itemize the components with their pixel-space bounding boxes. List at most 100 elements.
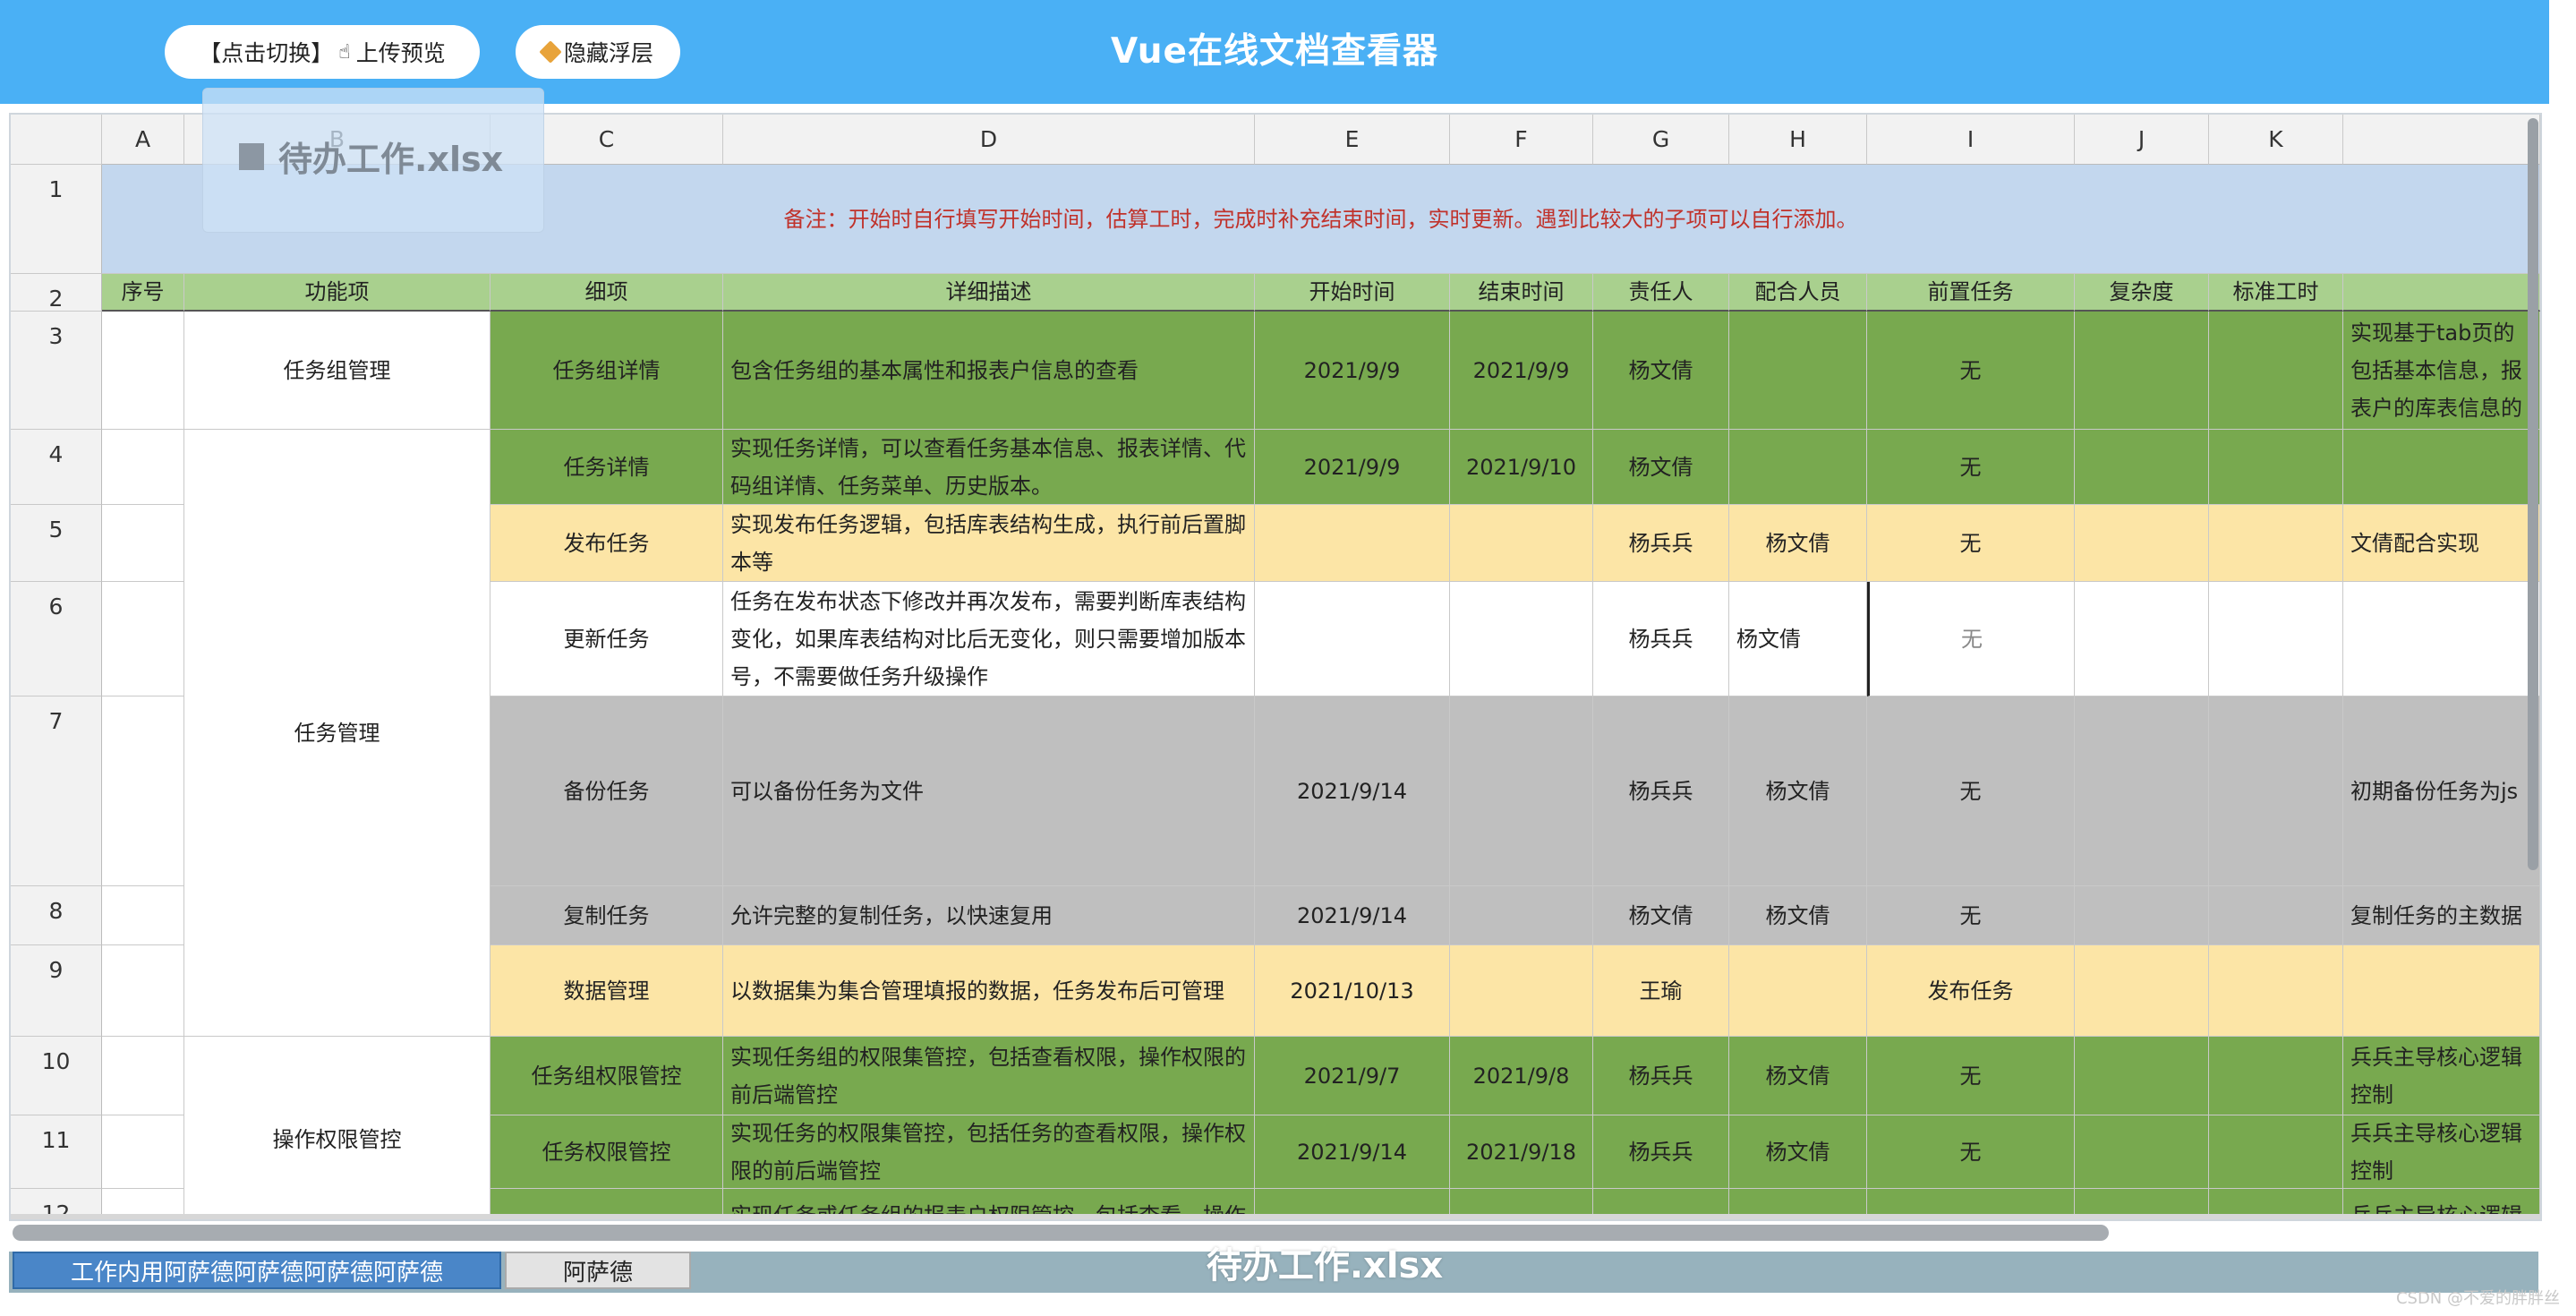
column-header-H[interactable]: H [1729, 115, 1867, 165]
prerequisite-cell[interactable]: 无 [1867, 696, 2075, 886]
vertical-scrollbar[interactable] [2528, 118, 2538, 870]
horizontal-scrollbar[interactable] [13, 1225, 2109, 1241]
item-cell[interactable]: 任务权限管控 [490, 1115, 723, 1189]
end-date-cell[interactable]: 2021/9/18 [1450, 1115, 1593, 1189]
standard-hours-cell[interactable] [2209, 505, 2343, 582]
remark-cell[interactable]: 复制任务的主数据 [2343, 886, 2540, 945]
row-header-1[interactable]: 1 [11, 165, 102, 274]
header-cell[interactable] [2343, 274, 2540, 312]
complexity-cell[interactable] [2075, 505, 2209, 582]
description-cell[interactable]: 实现任务组的权限集管控，包括查看权限，操作权限的前后端管控 [723, 1037, 1255, 1115]
standard-hours-cell[interactable] [2209, 886, 2343, 945]
helper-cell[interactable]: 杨文倩 [1729, 505, 1867, 582]
owner-cell[interactable]: 杨兵兵 [1593, 1115, 1729, 1189]
owner-cell[interactable]: 杨兵兵 [1593, 582, 1729, 696]
item-cell[interactable]: 复制任务 [490, 886, 723, 945]
toggle-upload-button[interactable]: 【点击切换】 ☝ 上传预览 [165, 25, 480, 79]
index-cell[interactable] [102, 582, 184, 696]
index-cell[interactable] [102, 505, 184, 582]
end-date-cell[interactable] [1450, 505, 1593, 582]
start-date-cell[interactable] [1255, 582, 1450, 696]
start-date-cell[interactable] [1255, 505, 1450, 582]
column-header-I[interactable]: I [1867, 115, 2075, 165]
remark-cell[interactable] [2343, 582, 2540, 696]
start-date-cell[interactable]: 2021/9/14 [1255, 1115, 1450, 1189]
group-cell[interactable]: 任务组管理 [184, 312, 490, 430]
item-cell[interactable]: 任务组权限管控 [490, 1037, 723, 1115]
standard-hours-cell[interactable] [2209, 696, 2343, 886]
owner-cell[interactable]: 杨文倩 [1593, 430, 1729, 505]
complexity-cell[interactable] [2075, 886, 2209, 945]
row-header-4[interactable]: 4 [11, 430, 102, 505]
index-cell[interactable] [102, 1037, 184, 1115]
sheet-tab-work[interactable]: 工作内用阿萨德阿萨德阿萨德阿萨德 [13, 1252, 501, 1289]
sheet-corner[interactable] [11, 115, 102, 165]
end-date-cell[interactable] [1450, 582, 1593, 696]
column-header-empty[interactable] [2343, 115, 2540, 165]
column-header-J[interactable]: J [2075, 115, 2209, 165]
group-cell[interactable]: 任务管理 [184, 430, 490, 1037]
complexity-cell[interactable] [2075, 582, 2209, 696]
row-header-5[interactable]: 5 [11, 505, 102, 582]
group-cell[interactable]: 操作权限管控 [184, 1037, 490, 1219]
start-date-cell[interactable]: 2021/9/7 [1255, 1037, 1450, 1115]
sheet-tab-asade[interactable]: 阿萨德 [505, 1252, 691, 1289]
prerequisite-cell[interactable]: 无 [1867, 1115, 2075, 1189]
prerequisite-cell[interactable]: 无 [1867, 505, 2075, 582]
description-cell[interactable]: 允许完整的复制任务，以快速复用 [723, 886, 1255, 945]
start-date-cell[interactable]: 2021/9/14 [1255, 886, 1450, 945]
helper-cell[interactable]: 杨文倩 [1729, 886, 1867, 945]
header-cell[interactable]: 开始时间 [1255, 274, 1450, 312]
remark-cell[interactable] [2343, 430, 2540, 505]
complexity-cell[interactable] [2075, 430, 2209, 505]
remark-cell[interactable]: 文倩配合实现 [2343, 505, 2540, 582]
row-header-8[interactable]: 8 [11, 886, 102, 945]
row-header-11[interactable]: 11 [11, 1115, 102, 1189]
owner-cell[interactable]: 杨文倩 [1593, 886, 1729, 945]
start-date-cell[interactable]: 2021/9/14 [1255, 696, 1450, 886]
header-cell[interactable]: 标准工时 [2209, 274, 2343, 312]
index-cell[interactable] [102, 430, 184, 505]
hide-layer-button[interactable]: 隐藏浮层 [516, 25, 680, 79]
index-cell[interactable] [102, 696, 184, 886]
prerequisite-cell[interactable]: 发布任务 [1867, 945, 2075, 1037]
end-date-cell[interactable]: 2021/9/10 [1450, 430, 1593, 505]
standard-hours-cell[interactable] [2209, 312, 2343, 430]
column-header-D[interactable]: D [723, 115, 1255, 165]
standard-hours-cell[interactable] [2209, 430, 2343, 505]
column-header-A[interactable]: A [102, 115, 184, 165]
complexity-cell[interactable] [2075, 1115, 2209, 1189]
column-header-K[interactable]: K [2209, 115, 2343, 165]
description-cell[interactable]: 可以备份任务为文件 [723, 696, 1255, 886]
owner-cell[interactable]: 王瑜 [1593, 945, 1729, 1037]
item-cell[interactable]: 发布任务 [490, 505, 723, 582]
row-header-2[interactable]: 2 [11, 274, 102, 312]
description-cell[interactable]: 包含任务组的基本属性和报表户信息的查看 [723, 312, 1255, 430]
index-cell[interactable] [102, 312, 184, 430]
standard-hours-cell[interactable] [2209, 945, 2343, 1037]
description-cell[interactable]: 以数据集为集合管理填报的数据，任务发布后可管理 [723, 945, 1255, 1037]
start-date-cell[interactable]: 2021/9/9 [1255, 312, 1450, 430]
standard-hours-cell[interactable] [2209, 582, 2343, 696]
helper-cell[interactable] [1729, 945, 1867, 1037]
helper-cell[interactable]: 杨文倩 [1729, 1037, 1867, 1115]
header-cell[interactable]: 前置任务 [1867, 274, 2075, 312]
start-date-cell[interactable]: 2021/9/9 [1255, 430, 1450, 505]
helper-cell[interactable]: 杨文倩 [1729, 696, 1867, 886]
standard-hours-cell[interactable] [2209, 1115, 2343, 1189]
standard-hours-cell[interactable] [2209, 1037, 2343, 1115]
remark-cell[interactable]: 实现基于tab页的包括基本信息，报表户的库表信息的 [2343, 312, 2540, 430]
index-cell[interactable] [102, 886, 184, 945]
index-cell[interactable] [102, 1115, 184, 1189]
complexity-cell[interactable] [2075, 696, 2209, 886]
row-header-10[interactable]: 10 [11, 1037, 102, 1115]
header-cell[interactable]: 责任人 [1593, 274, 1729, 312]
end-date-cell[interactable] [1450, 945, 1593, 1037]
owner-cell[interactable]: 杨兵兵 [1593, 1037, 1729, 1115]
helper-cell[interactable] [1729, 312, 1867, 430]
prerequisite-cell[interactable]: 无 [1867, 582, 2075, 696]
end-date-cell[interactable]: 2021/9/8 [1450, 1037, 1593, 1115]
prerequisite-cell[interactable]: 无 [1867, 886, 2075, 945]
item-cell[interactable]: 任务详情 [490, 430, 723, 505]
prerequisite-cell[interactable]: 无 [1867, 312, 2075, 430]
